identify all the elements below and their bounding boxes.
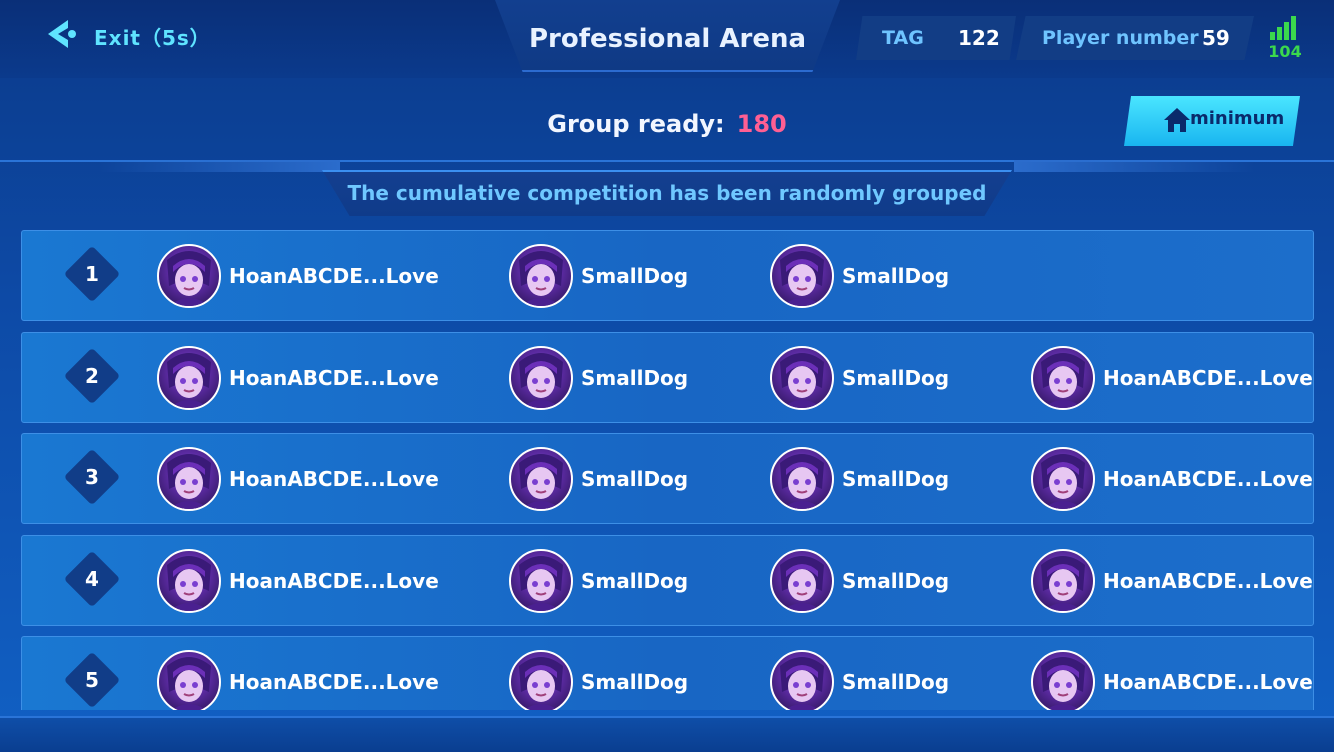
player-number-value: 59 bbox=[1202, 26, 1230, 50]
player-entry[interactable]: SmallDog bbox=[509, 447, 688, 511]
group-row: 5 HoanABCDE...Love SmallDog SmallDog HoanABC… bbox=[21, 636, 1314, 710]
player-entry[interactable]: HoanABCDE...Love bbox=[157, 345, 439, 410]
player-entry[interactable]: HoanABCDE...Love bbox=[1031, 447, 1313, 511]
group-ready-value: 180 bbox=[736, 110, 787, 138]
player-avatar bbox=[509, 548, 573, 613]
page-title: Professional Arena bbox=[528, 24, 807, 54]
rank-number: 3 bbox=[85, 465, 99, 489]
player-entry[interactable]: HoanABCDE...Love bbox=[1031, 345, 1313, 410]
player-avatar bbox=[1031, 447, 1095, 511]
group-list[interactable]: 1 HoanABCDE...Love SmallDog SmallDog 2 HoanAB… bbox=[21, 230, 1314, 710]
player-avatar bbox=[157, 345, 221, 410]
player-entry[interactable]: HoanABCDE...Love bbox=[157, 650, 439, 710]
player-name: HoanABCDE...Love bbox=[229, 568, 439, 593]
player-entry[interactable]: SmallDog bbox=[509, 244, 688, 308]
decor-right bbox=[1014, 160, 1254, 172]
back-arrow-icon bbox=[48, 20, 76, 48]
network-status: 104 bbox=[1268, 14, 1302, 62]
player-avatar bbox=[509, 345, 573, 410]
home-icon bbox=[1164, 108, 1190, 132]
player-name: SmallDog bbox=[842, 467, 950, 491]
player-avatar bbox=[509, 650, 573, 710]
group-ready-label: Group ready: bbox=[547, 110, 725, 138]
player-avatar bbox=[157, 244, 221, 308]
minimum-label: minimum bbox=[1190, 108, 1285, 129]
player-name: HoanABCDE...Love bbox=[1103, 568, 1313, 593]
player-avatar bbox=[157, 548, 221, 613]
player-name: SmallDog bbox=[581, 670, 689, 694]
banner-text: The cumulative competition has been rand… bbox=[347, 181, 987, 205]
player-avatar bbox=[770, 548, 834, 613]
group-row: 1 HoanABCDE...Love SmallDog SmallDog bbox=[21, 230, 1314, 321]
player-entry[interactable]: HoanABCDE...Love bbox=[157, 548, 439, 613]
player-entry[interactable]: HoanABCDE...Love bbox=[1031, 650, 1313, 710]
player-avatar bbox=[1031, 650, 1095, 710]
player-avatar bbox=[157, 650, 221, 710]
player-number-label: Player number bbox=[1042, 27, 1199, 49]
rank-number: 2 bbox=[85, 363, 99, 388]
player-name: HoanABCDE...Love bbox=[1103, 467, 1313, 491]
player-name: HoanABCDE...Love bbox=[1103, 365, 1313, 390]
player-avatar bbox=[157, 447, 221, 511]
signal-icon bbox=[1270, 16, 1296, 40]
player-entry[interactable]: SmallDog bbox=[509, 548, 689, 613]
player-name: HoanABCDE...Love bbox=[229, 365, 439, 390]
player-entry[interactable]: SmallDog bbox=[770, 244, 949, 308]
player-entry[interactable]: SmallDog bbox=[770, 548, 950, 613]
player-entry[interactable]: HoanABCDE...Love bbox=[157, 447, 439, 511]
tag-stat: TAG 122 bbox=[856, 16, 1016, 60]
player-avatar bbox=[770, 244, 834, 308]
player-entry[interactable]: SmallDog bbox=[509, 345, 689, 410]
bottom-bar bbox=[0, 716, 1334, 752]
rank-number: 5 bbox=[85, 668, 99, 692]
player-name: HoanABCDE...Love bbox=[229, 670, 439, 694]
player-avatar bbox=[509, 244, 573, 308]
player-avatar bbox=[1031, 548, 1095, 613]
rank-number: 1 bbox=[85, 262, 99, 286]
player-name: HoanABCDE...Love bbox=[1103, 670, 1313, 694]
player-name: SmallDog bbox=[581, 264, 689, 288]
player-entry[interactable]: SmallDog bbox=[509, 650, 688, 710]
decor-left bbox=[100, 160, 340, 172]
exit-label: Exit（5s） bbox=[94, 25, 211, 50]
player-entry[interactable]: SmallDog bbox=[770, 345, 950, 410]
ping-value: 104 bbox=[1268, 42, 1302, 61]
player-name: SmallDog bbox=[581, 568, 689, 593]
player-name: SmallDog bbox=[842, 365, 950, 390]
tag-label: TAG bbox=[882, 27, 924, 49]
minimum-button[interactable]: minimum bbox=[1124, 96, 1300, 146]
tag-value: 122 bbox=[958, 26, 1000, 50]
exit-button[interactable]: Exit（5s） bbox=[40, 16, 211, 56]
player-avatar bbox=[770, 345, 834, 410]
player-entry[interactable]: HoanABCDE...Love bbox=[157, 244, 439, 308]
group-row: 4 HoanABCDE...Love SmallDog SmallDog HoanABC… bbox=[21, 534, 1314, 626]
player-name: SmallDog bbox=[581, 365, 689, 390]
player-name: SmallDog bbox=[581, 467, 689, 491]
player-avatar bbox=[770, 650, 834, 710]
player-name: SmallDog bbox=[842, 264, 950, 288]
rank-number: 4 bbox=[85, 566, 99, 591]
player-avatar bbox=[770, 447, 834, 511]
player-name: SmallDog bbox=[842, 670, 950, 694]
player-entry[interactable]: SmallDog bbox=[770, 447, 949, 511]
player-name: HoanABCDE...Love bbox=[229, 264, 439, 288]
player-name: SmallDog bbox=[842, 568, 950, 593]
group-row: 3 HoanABCDE...Love SmallDog SmallDog HoanABC… bbox=[21, 433, 1314, 524]
player-entry[interactable]: SmallDog bbox=[770, 650, 949, 710]
player-number-stat: Player number 59 bbox=[1016, 16, 1254, 60]
player-entry[interactable]: HoanABCDE...Love bbox=[1031, 548, 1313, 613]
player-name: HoanABCDE...Love bbox=[229, 467, 439, 491]
player-avatar bbox=[509, 447, 573, 511]
player-avatar bbox=[1031, 345, 1095, 410]
group-row: 2 HoanABCDE...Love SmallDog SmallDog HoanABC… bbox=[21, 331, 1314, 423]
